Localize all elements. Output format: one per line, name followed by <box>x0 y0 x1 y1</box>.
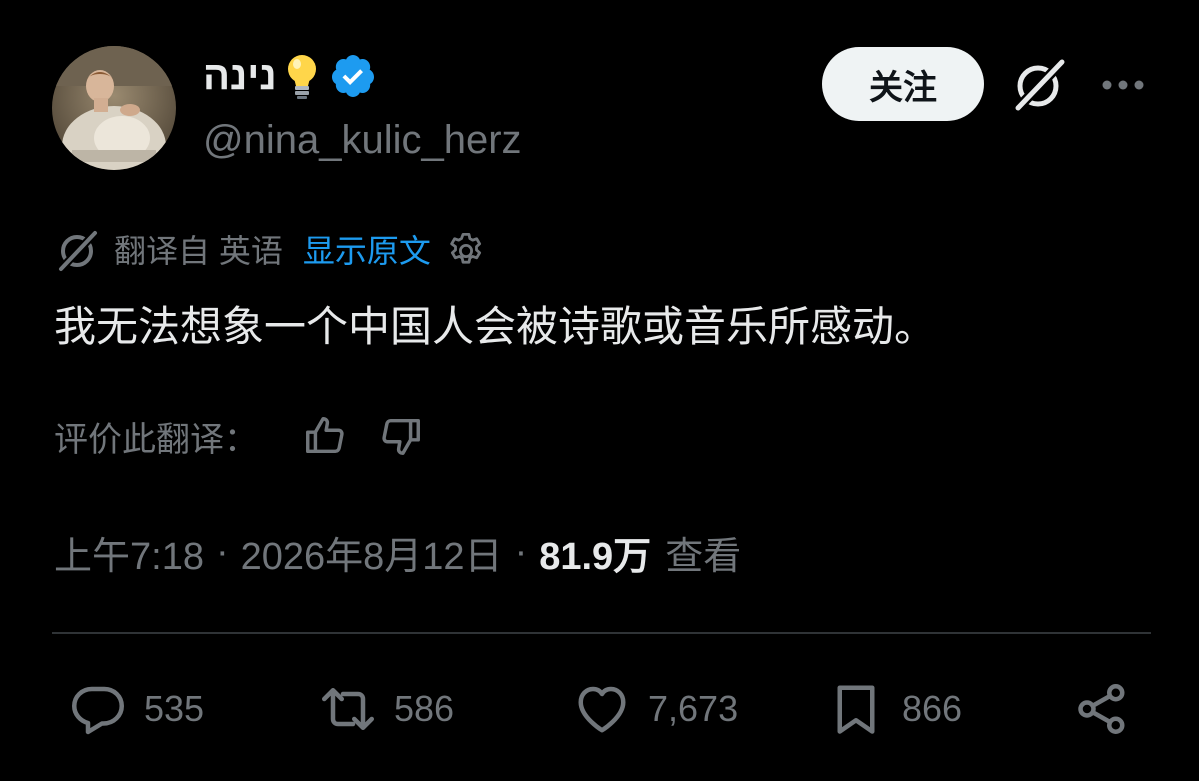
tweet-date[interactable]: 2026年8月12日 <box>241 525 503 580</box>
tweet-time[interactable]: 上午7:18 <box>54 525 204 580</box>
avatar[interactable] <box>52 46 176 170</box>
tweet-text: 我无法想象一个中国人会被诗歌或音乐所感动。 <box>54 303 937 350</box>
more-icon[interactable] <box>1100 70 1146 100</box>
rate-translation-label: 评价此翻译： <box>54 420 258 459</box>
bookmark-icon <box>837 685 875 734</box>
reply-icon <box>72 686 124 735</box>
divider <box>52 632 1151 634</box>
share-button[interactable] <box>1072 676 1132 742</box>
separator-dot: · <box>514 530 528 573</box>
share-icon <box>1078 684 1125 734</box>
show-original-link[interactable]: 显示原文 <box>303 235 431 267</box>
retweet-count: 586 <box>394 688 455 729</box>
name-row: נינה <box>203 48 377 104</box>
views-label: 查看 <box>665 535 742 578</box>
verified-badge-icon[interactable] <box>329 52 377 100</box>
like-count: 7,673 <box>648 688 739 729</box>
like-button[interactable]: 7,673 <box>572 676 738 742</box>
translated-from-label: 翻译自 英语 <box>114 233 283 269</box>
thumbs-down-icon[interactable] <box>378 413 424 459</box>
grok-translate-icon <box>57 229 99 273</box>
user-handle[interactable]: @nina_kulic_herz <box>203 116 522 164</box>
display-name[interactable]: נינה <box>203 56 277 96</box>
tweet-meta: 上午7:18 · 2026年8月12日 · 81.9万 查看 <box>54 522 741 582</box>
reply-count: 535 <box>144 688 205 729</box>
follow-button[interactable]: 关注 <box>822 47 984 121</box>
retweet-icon <box>322 688 374 730</box>
retweet-button[interactable]: 586 <box>318 676 454 742</box>
thumbs-up-icon[interactable] <box>302 413 348 459</box>
rate-translation-row: 评价此翻译： <box>54 408 424 464</box>
reply-button[interactable]: 535 <box>68 676 204 742</box>
bookmark-count: 866 <box>902 688 963 729</box>
grok-icon[interactable] <box>1008 56 1070 114</box>
gear-icon[interactable] <box>445 230 487 272</box>
tweet-detail: נינה @nina_kulic_herz 关注 翻译自 英语 显示原文 我无法… <box>0 0 1199 781</box>
lightbulb-icon <box>285 52 319 100</box>
separator-dot: · <box>215 530 229 573</box>
bookmark-button[interactable]: 866 <box>826 676 962 742</box>
like-icon <box>578 686 626 733</box>
translation-row: 翻译自 英语 显示原文 <box>54 226 487 276</box>
views-count[interactable]: 81.9万 <box>539 525 651 580</box>
